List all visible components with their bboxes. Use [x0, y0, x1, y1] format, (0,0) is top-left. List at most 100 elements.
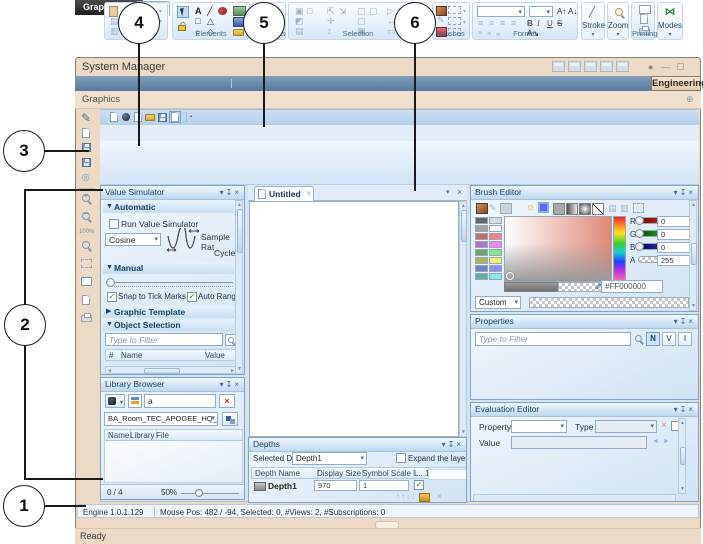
stroke-button[interactable]: ╱ Stroke ▾ [581, 2, 605, 40]
align-justify-icon[interactable]: ≡ [511, 19, 516, 28]
evaluation-editor-header[interactable]: Evaluation Editor ▾↧× [471, 403, 698, 417]
channel-b-value[interactable]: 0 [657, 242, 691, 253]
radial-gradient-button[interactable] [579, 203, 591, 215]
ungroup-icon[interactable]: ▢ [369, 7, 378, 16]
depth-row[interactable]: Depth1 970 1 [251, 479, 466, 493]
zoom-out-icon[interactable]: − [82, 212, 90, 220]
pointer-tool-button[interactable] [177, 6, 189, 18]
value-simulator-header[interactable]: Value Simulator ▾↧× [101, 186, 244, 200]
depth-symbol-scale[interactable]: 1 [359, 480, 409, 491]
palette-swatch[interactable] [475, 233, 488, 240]
palette-swatch[interactable] [475, 241, 488, 248]
font-size-combo[interactable] [529, 6, 553, 17]
library-import-button[interactable]: ▾ [105, 394, 125, 408]
library-combo[interactable]: BA_Room_TEC_APOGEE_HQ_1 [104, 412, 218, 426]
brush-editor-header[interactable]: Brush Editor ▾↧× [471, 186, 698, 200]
expand-layers-checkbox[interactable] [396, 453, 406, 463]
bold-button[interactable]: B [527, 19, 533, 28]
properties-header[interactable]: Properties ▾↧× [471, 315, 698, 329]
shrink-selection-icon[interactable]: ⇲ [339, 7, 347, 16]
shrink-font-icon[interactable]: A↓ [568, 7, 577, 16]
tab-engineering[interactable]: Engineering [651, 76, 701, 91]
triangle-tool-icon[interactable]: △ [207, 17, 214, 26]
qat-new-icon[interactable] [110, 112, 118, 122]
italic-button[interactable]: I [537, 19, 540, 28]
layout-quad-icon[interactable] [600, 61, 613, 72]
filter-value-button[interactable]: V [662, 332, 676, 346]
center-selection-icon[interactable]: ✛ [327, 17, 335, 26]
zoom-in-icon[interactable]: + [82, 194, 90, 202]
hscroll-thumb[interactable] [144, 368, 180, 374]
vscroll-thumb[interactable] [237, 209, 243, 253]
depth-paint-icon[interactable] [419, 493, 430, 502]
qat-open-folder-icon[interactable] [145, 114, 155, 121]
channel-r-thumb[interactable] [635, 216, 644, 225]
section-manual[interactable]: ▼Manual [103, 262, 234, 274]
select-all-icon[interactable]: ▣ [295, 7, 304, 16]
document-menu-icon[interactable]: ▾ [446, 188, 450, 196]
font-family-combo[interactable] [477, 6, 525, 17]
auto-range-checkbox[interactable] [187, 292, 197, 302]
grow-font-icon[interactable]: A↑ [557, 7, 566, 16]
group-icon[interactable]: ▢ [357, 7, 366, 16]
prev-icon[interactable]: ◄ [652, 438, 659, 445]
drawing-canvas[interactable] [249, 201, 459, 437]
value-bar[interactable] [504, 282, 558, 292]
properties-search-icon[interactable] [635, 335, 642, 342]
palette-swatch[interactable] [489, 273, 502, 280]
palette-swatch[interactable] [475, 249, 488, 256]
palette-swatch[interactable] [475, 217, 488, 224]
restore-button[interactable]: ▢ [676, 62, 685, 71]
close-icon[interactable]: × [234, 188, 241, 197]
library-list[interactable] [104, 441, 243, 483]
strikethrough-button[interactable]: S [557, 19, 562, 28]
vscroll-thumb[interactable] [691, 243, 697, 265]
hex-color-input[interactable]: #FF000000 [601, 280, 663, 293]
solid-color-swatch-button[interactable] [538, 202, 549, 213]
canvas-vscroll-thumb[interactable] [461, 210, 467, 242]
linear-gradient-button[interactable] [566, 203, 578, 215]
page-setup-icon[interactable] [639, 5, 651, 14]
report-icon[interactable] [82, 295, 90, 305]
palette-swatch[interactable] [489, 241, 502, 248]
brush-editor-vscroll[interactable]: ▲▼ [689, 200, 697, 311]
channel-a-value[interactable]: 255 [657, 255, 691, 266]
image-brush-icon[interactable] [500, 203, 512, 214]
depth-delete-icon[interactable]: × [437, 491, 442, 501]
close-icon[interactable]: × [456, 440, 463, 449]
type-combo[interactable] [595, 420, 657, 433]
col-name[interactable]: Name [118, 350, 206, 360]
library-zoom-thumb[interactable] [195, 489, 203, 497]
palette-swatch[interactable] [475, 265, 488, 272]
null-brush-button[interactable] [592, 203, 604, 215]
select-region-icon[interactable] [81, 259, 92, 268]
stroke-brush-swatch[interactable] [448, 17, 461, 25]
save-all-icon[interactable] [82, 158, 91, 167]
evaluation-vscroll[interactable]: ▲▼ [678, 418, 686, 494]
library-view-button[interactable] [128, 394, 142, 408]
filter-name-button[interactable]: N [646, 332, 660, 346]
gray-swatch-button[interactable] [553, 203, 565, 215]
depths-header[interactable]: Depths ▾↧× [249, 438, 466, 452]
palette-swatch[interactable] [475, 225, 488, 232]
expand-selection-icon[interactable]: ⇱ [327, 7, 335, 16]
object-selection-hscroll[interactable]: ◄► [105, 366, 237, 374]
color-field-marker[interactable] [506, 272, 514, 280]
layout-single-icon[interactable] [616, 61, 629, 72]
solid-brush-icon[interactable] [476, 203, 488, 214]
close-icon[interactable]: × [688, 405, 695, 414]
manual-slider-track[interactable] [107, 282, 233, 283]
run-simulator-checkbox[interactable] [109, 219, 119, 229]
rectangle-tool-icon[interactable]: □ [195, 17, 200, 26]
line-tool-icon[interactable]: ╱ [207, 7, 212, 16]
print-preview-icon[interactable] [640, 14, 648, 24]
evaluation-delete-icon[interactable]: × [661, 420, 667, 431]
gradient-brush-icon[interactable]: ✎ [489, 204, 497, 213]
print-icon[interactable] [81, 315, 92, 322]
library-clear-button[interactable]: × [219, 394, 235, 408]
document-tab-close-icon[interactable]: × [306, 189, 311, 198]
stroke-brush-dropdown-icon[interactable]: ▾ [463, 19, 466, 28]
align-right-icon[interactable]: ≡ [500, 19, 505, 28]
document-close-icon[interactable]: × [457, 187, 462, 197]
vscroll-thumb[interactable] [680, 447, 686, 465]
